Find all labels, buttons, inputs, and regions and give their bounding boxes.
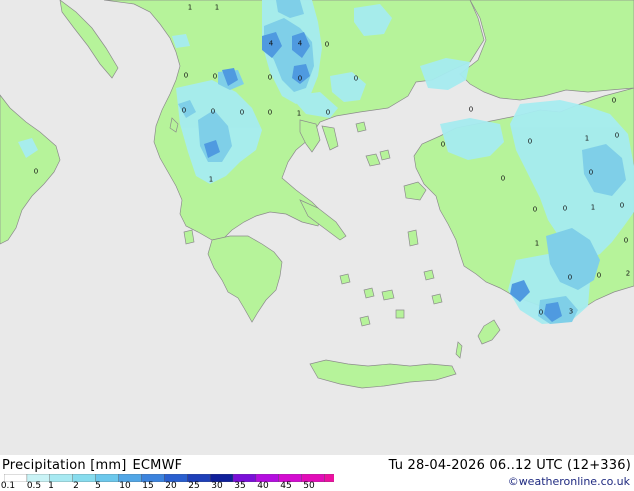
land-lemnos — [365, 153, 381, 167]
land-dodecanese-1 — [423, 269, 435, 281]
land-cyclades-4 — [359, 315, 371, 327]
land-dodecanese-2 — [431, 293, 443, 305]
map-value: 4 — [268, 39, 274, 48]
map-value: 0 — [324, 40, 330, 49]
map-value: 2 — [625, 269, 631, 278]
map-value: 0 — [619, 201, 625, 210]
precipitation-map: 1 1 4 4 0 0 0 0 0 0 0 0 0 0 1 0 0 0 1 0 … — [0, 0, 634, 455]
map-value: 0 — [567, 273, 573, 282]
land-cyclades-2 — [363, 287, 375, 299]
map-value: 0 — [33, 167, 39, 176]
map-value: 0 — [239, 108, 245, 117]
map-value: 0 — [210, 107, 216, 116]
map-value: 1 — [590, 203, 596, 212]
land-samothrace — [379, 149, 391, 161]
map-canvas — [0, 0, 634, 389]
map-value: 3 — [568, 307, 574, 316]
map-value: 0 — [325, 108, 331, 117]
land-rhodes — [477, 319, 501, 345]
land-peloponnese — [207, 235, 283, 323]
map-value: 0 — [267, 73, 273, 82]
map-value: 1 — [296, 109, 302, 118]
valid-time: Tu 28-04-2026 06..12 UTC (12+336) — [388, 458, 631, 473]
credit-link[interactable]: ©weatheronline.co.uk — [508, 475, 630, 488]
map-value: 0 — [267, 108, 273, 117]
map-value: 1 — [187, 3, 193, 12]
land-kefalonia — [183, 229, 195, 245]
map-value: 0 — [183, 71, 189, 80]
map-value: 1 — [584, 134, 590, 143]
map-value: 0 — [614, 131, 620, 140]
map-value: 0 — [596, 271, 602, 280]
land-italy — [0, 94, 61, 245]
land-italy-heel — [59, 0, 119, 79]
title-text: Precipitation [mm] — [2, 458, 127, 473]
land-cyclades-3 — [381, 289, 395, 301]
land-karpathos — [455, 341, 463, 359]
map-value: 0 — [538, 308, 544, 317]
scale-swatch — [324, 474, 334, 482]
map-value: 0 — [468, 105, 474, 114]
map-value: 4 — [297, 39, 303, 48]
land-chalkidiki-2 — [321, 125, 339, 151]
map-value: 0 — [500, 174, 506, 183]
land-lesbos — [403, 181, 427, 201]
land-thrace — [459, 0, 634, 101]
map-value: 1 — [214, 3, 220, 12]
map-value: 0 — [588, 168, 594, 177]
map-value: 0 — [440, 140, 446, 149]
map-value: 0 — [527, 137, 533, 146]
map-title: Precipitation [mm] ECMWF — [2, 458, 182, 473]
map-value: 0 — [532, 205, 538, 214]
map-value: 0 — [212, 72, 218, 81]
land-cyclades-1 — [339, 273, 351, 285]
map-value: 1 — [534, 239, 540, 248]
footer-bar: Precipitation [mm] ECMWF Tu 28-04-2026 06… — [0, 455, 634, 491]
land-cyclades-5 — [395, 309, 405, 319]
map-value: 0 — [623, 236, 629, 245]
map-value: 0 — [562, 204, 568, 213]
map-value: 0 — [611, 96, 617, 105]
land-crete — [309, 359, 457, 389]
map-value: 0 — [297, 74, 303, 83]
land-thasos — [355, 121, 367, 133]
model-name: ECMWF — [132, 458, 183, 473]
map-value: 1 — [208, 175, 214, 184]
map-value: 0 — [353, 74, 359, 83]
land-chios — [407, 229, 419, 247]
map-value: 0 — [181, 106, 187, 115]
